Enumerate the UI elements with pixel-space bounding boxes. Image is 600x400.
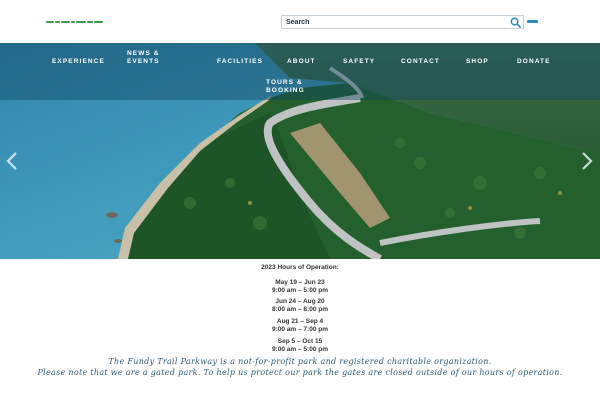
search-bar (281, 15, 524, 29)
nav-item-facilities[interactable]: FACILITIES (217, 58, 263, 66)
hours-period: Sep 5 – Oct 15 9:00 am – 5:00 pm (0, 338, 600, 353)
hours-period: May 19 – Jun 23 9:00 am – 5:00 pm (0, 279, 600, 294)
hours-section: 2023 Hours of Operation: (0, 264, 600, 272)
period-times: 8:00 am – 8:00 pm (271, 305, 328, 313)
hamburger-menu-icon[interactable] (527, 20, 538, 23)
nav-item-about[interactable]: ABOUT (287, 58, 316, 66)
search-input[interactable] (286, 16, 506, 28)
nav-item-contact[interactable]: CONTACT (401, 58, 440, 66)
hours-period: Jun 24 – Aug 20 8:00 am – 8:00 pm (0, 298, 600, 313)
nav-item-news-events[interactable]: NEWS & EVENTS (127, 50, 171, 66)
period-times: 9:00 am – 5:00 pm (271, 286, 328, 294)
nav-item-donate[interactable]: DONATE (517, 58, 551, 66)
hours-period: Aug 21 – Sep 4 9:00 am – 7:00 pm (0, 318, 600, 333)
nonprofit-note: The Fundy Trail Parkway is a not-for-pro… (108, 357, 492, 366)
period-dates: May 19 – Jun 23 (275, 279, 325, 286)
period-dates: Jun 24 – Aug 20 (275, 298, 325, 305)
period-times: 9:00 am – 7:00 pm (271, 325, 328, 333)
hours-title: 2023 Hours of Operation: (261, 264, 339, 271)
nav-item-safety[interactable]: SAFETY (343, 58, 375, 66)
nav-item-tours-booking[interactable]: TOURS & BOOKING (266, 79, 310, 95)
chevron-left-icon[interactable] (6, 152, 18, 170)
period-dates: Aug 21 – Sep 4 (276, 318, 324, 325)
site-header (0, 0, 600, 43)
hero-banner: EXPERIENCE NEWS & EVENTS FACILITIES ABOU… (0, 43, 600, 259)
nav-item-shop[interactable]: SHOP (466, 58, 489, 66)
search-icon[interactable] (510, 17, 521, 28)
period-times: 9:00 am – 5:00 pm (271, 345, 328, 353)
period-dates: Sep 5 – Oct 15 (277, 338, 323, 345)
site-logo[interactable] (46, 19, 104, 25)
chevron-right-icon[interactable] (581, 152, 593, 170)
gated-park-note: Please note that we are a gated park. To… (37, 368, 563, 377)
nav-item-experience[interactable]: EXPERIENCE (52, 58, 105, 66)
